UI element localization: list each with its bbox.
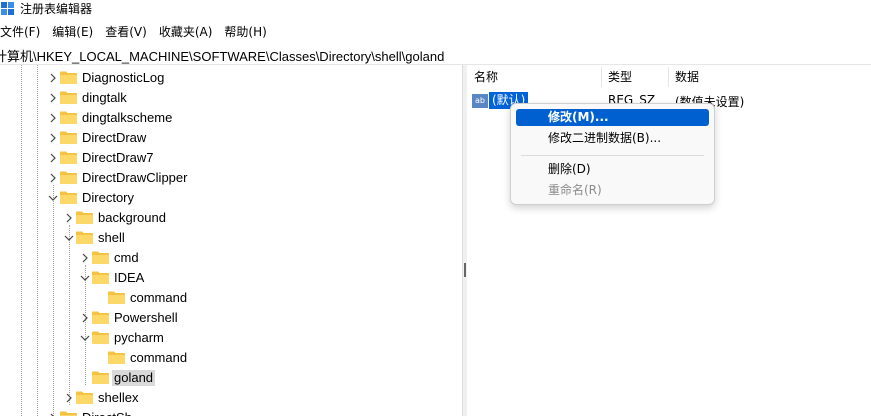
- address-bar[interactable]: 计算机\HKEY_LOCAL_MACHINE\SOFTWARE\Classes\…: [0, 44, 871, 65]
- tree-item-label: DiagnosticLog: [82, 70, 165, 85]
- tree-item[interactable]: background: [0, 208, 462, 228]
- context-modify-binary-label: 修改二进制数据(B)...: [548, 131, 662, 145]
- folder-icon: [60, 71, 77, 84]
- tree-item-label: dingtalkscheme: [82, 110, 173, 125]
- menu-favorites[interactable]: 收藏夹(A): [159, 22, 213, 42]
- tree-item-label: Directory: [82, 190, 135, 205]
- folder-icon: [60, 411, 77, 416]
- folder-icon: [76, 231, 93, 244]
- tree-item[interactable]: DiagnosticLog: [0, 68, 462, 88]
- tree-item[interactable]: DirectDraw: [0, 128, 462, 148]
- context-menu: 修改(M)... 修改二进制数据(B)... 删除(D) 重命名(R): [510, 103, 715, 205]
- chevron-down-icon[interactable]: [47, 192, 59, 204]
- chevron-down-icon[interactable]: [63, 232, 75, 244]
- menu-help[interactable]: 帮助(H): [224, 22, 266, 42]
- tree-item-label: pycharm: [114, 330, 164, 345]
- folder-icon: [60, 91, 77, 104]
- column-divider[interactable]: [668, 67, 669, 87]
- tree-item[interactable]: dingtalk: [0, 88, 462, 108]
- tree-item[interactable]: command: [0, 288, 462, 308]
- chevron-right-icon[interactable]: [79, 252, 91, 264]
- chevron-right-icon[interactable]: [47, 92, 59, 104]
- context-modify-binary[interactable]: 修改二进制数据(B)...: [516, 130, 709, 147]
- menu-file[interactable]: 文件(F): [0, 22, 40, 42]
- column-header-name[interactable]: 名称: [474, 65, 498, 89]
- folder-icon: [76, 391, 93, 404]
- tree-item[interactable]: shell: [0, 228, 462, 248]
- context-rename-label: 重命名(R): [548, 183, 602, 197]
- chevron-right-icon[interactable]: [47, 172, 59, 184]
- tree-item[interactable]: pycharm: [0, 328, 462, 348]
- folder-icon: [60, 151, 77, 164]
- folder-icon: [76, 211, 93, 224]
- tree-item-label: cmd: [114, 250, 139, 265]
- context-modify[interactable]: 修改(M)...: [516, 109, 709, 126]
- chevron-down-icon[interactable]: [79, 272, 91, 284]
- tree-item[interactable]: DirectDraw7: [0, 148, 462, 168]
- chevron-right-icon[interactable]: [47, 412, 59, 416]
- window-title: 注册表编辑器: [20, 2, 93, 16]
- tree-item-label: background: [98, 210, 166, 225]
- folder-icon: [92, 371, 109, 384]
- tree-item-label: DirectSh: [80, 410, 134, 416]
- context-delete-label: 删除(D): [548, 162, 591, 176]
- chevron-down-icon[interactable]: [79, 332, 91, 344]
- tree-item[interactable]: DirectSh: [0, 408, 462, 416]
- title-bar: 注册表编辑器: [0, 0, 871, 20]
- folder-icon: [108, 351, 125, 364]
- folder-icon: [60, 111, 77, 124]
- tree-item-label: Powershell: [114, 310, 178, 325]
- tree-item[interactable]: goland: [0, 368, 462, 388]
- registry-editor-icon: [1, 2, 14, 15]
- folder-icon: [60, 191, 77, 204]
- context-separator: [521, 155, 704, 156]
- menu-edit[interactable]: 编辑(E): [52, 22, 93, 42]
- context-modify-label: 修改(M)...: [548, 110, 609, 124]
- tree-item-label: DirectDraw: [82, 130, 147, 145]
- folder-icon: [92, 251, 109, 264]
- chevron-right-icon[interactable]: [47, 112, 59, 124]
- folder-icon: [92, 271, 109, 284]
- folder-icon: [60, 171, 77, 184]
- context-delete[interactable]: 删除(D): [516, 161, 709, 178]
- tree-item[interactable]: cmd: [0, 248, 462, 268]
- chevron-right-icon[interactable]: [79, 312, 91, 324]
- string-value-icon: ab: [472, 94, 488, 108]
- tree-item-label: shell: [98, 230, 125, 245]
- chevron-right-icon[interactable]: [47, 152, 59, 164]
- chevron-right-icon[interactable]: [47, 132, 59, 144]
- menu-view[interactable]: 查看(V): [105, 22, 147, 42]
- folder-icon: [60, 131, 77, 144]
- column-divider[interactable]: [601, 67, 602, 87]
- tree-item-label: command: [130, 350, 188, 365]
- chevron-right-icon[interactable]: [63, 392, 75, 404]
- chevron-right-icon[interactable]: [63, 212, 75, 224]
- tree-item-label: DirectDrawClipper: [82, 170, 188, 185]
- tree-item[interactable]: IDEA: [0, 268, 462, 288]
- tree-item-label: command: [130, 290, 188, 305]
- tree-item-label: dingtalk: [82, 90, 127, 105]
- folder-icon: [92, 331, 109, 344]
- tree-item[interactable]: DirectDrawClipper: [0, 168, 462, 188]
- tree-item-label: IDEA: [114, 270, 145, 285]
- tree-item[interactable]: Directory: [0, 188, 462, 208]
- context-rename: 重命名(R): [516, 182, 709, 199]
- tree-item-label: shellex: [98, 390, 139, 405]
- address-path[interactable]: 计算机\HKEY_LOCAL_MACHINE\SOFTWARE\Classes\…: [0, 46, 444, 65]
- column-header-data[interactable]: 数据: [675, 65, 699, 89]
- tree-item-label: DirectDraw7: [82, 150, 154, 165]
- registry-tree[interactable]: DiagnosticLog dingtalk dingtalkscheme Direc…: [0, 65, 462, 416]
- menu-bar: 文件(F) 编辑(E) 查看(V) 收藏夹(A) 帮助(H): [0, 22, 279, 44]
- tree-item[interactable]: shellex: [0, 388, 462, 408]
- column-header-type[interactable]: 类型: [608, 65, 632, 89]
- folder-icon: [92, 311, 109, 324]
- chevron-right-icon[interactable]: [47, 72, 59, 84]
- folder-icon: [108, 291, 125, 304]
- tree-item-label: goland: [112, 370, 156, 386]
- tree-item[interactable]: command: [0, 348, 462, 368]
- tree-item[interactable]: Powershell: [0, 308, 462, 328]
- tree-item[interactable]: dingtalkscheme: [0, 108, 462, 128]
- splitter-grip[interactable]: [464, 263, 466, 277]
